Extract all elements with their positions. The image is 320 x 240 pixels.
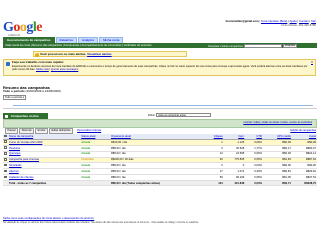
footer-note: Na validação de cliques no domínio das V… bbox=[3, 222, 199, 224]
row-checkbox[interactable] bbox=[4, 140, 7, 143]
row-checkbox[interactable] bbox=[4, 175, 7, 179]
total-row: Total - todas as 7 campanhas R$0,00 / dia… bbox=[3, 180, 317, 187]
total-cost: R$238,70 bbox=[291, 180, 317, 187]
date-range-select[interactable]: Todo o período ▾ bbox=[3, 95, 27, 101]
view-alerts-link[interactable]: Visualizar alertas bbox=[87, 52, 111, 56]
search-label: Pesquisar minhas campanhas: bbox=[208, 44, 244, 48]
row-checkbox[interactable] bbox=[4, 152, 7, 155]
info-box: X Faça seu trabalho com mais rapidez Exp… bbox=[3, 59, 316, 76]
search-input[interactable] bbox=[244, 44, 283, 48]
account-email: bonnvisitlan@gmail.com bbox=[225, 19, 259, 23]
search-button[interactable]: Pesquisar bbox=[282, 43, 298, 49]
total-ctr: 0,04% bbox=[245, 180, 263, 187]
warning-icon: ! bbox=[35, 53, 39, 57]
row-checkbox[interactable] bbox=[4, 169, 7, 173]
filter-select[interactable]: todas as campanhas ativas bbox=[156, 113, 212, 118]
performance-graph bbox=[3, 100, 317, 109]
total-campaign-name: Total - todas as 7 campanhas bbox=[8, 180, 81, 187]
table-toolbar: mostrar: todas | todas as ativas | todas… bbox=[3, 119, 317, 128]
total-budget: R$0,00 / dia (Todas campanhas ativas) bbox=[109, 180, 204, 187]
total-impressions: 410.848 bbox=[223, 180, 246, 187]
expand-icon bbox=[5, 114, 8, 118]
alert-banner: ! Você possui um ou mais alertas. Visual… bbox=[33, 51, 187, 57]
row-checkbox[interactable] bbox=[4, 146, 7, 149]
learn-more-link[interactable]: Saiba mais bbox=[36, 68, 49, 71]
row-checkbox[interactable] bbox=[4, 163, 7, 167]
chevron-down-icon: ▾ bbox=[23, 96, 25, 99]
info-title: Faça seu trabalho com mais rapidez bbox=[12, 60, 64, 64]
alert-text: Você possui um ou mais alertas. bbox=[40, 52, 87, 56]
account-settings-link[interactable]: Saiba como suas configurações de conta a… bbox=[3, 217, 94, 220]
total-avg-cpc: R$0,71 bbox=[262, 180, 292, 187]
sub-nav-links[interactable]: Visão Geral da conta | Resumo das campan… bbox=[5, 44, 152, 47]
customize-columns-link[interactable]: Personalizar colunas bbox=[77, 129, 101, 132]
date-period: Todo o período (16/02/2009 a 24/06/2009) bbox=[3, 89, 61, 93]
campaign-search: Pesquisar minhas campanhas: Pesquisar bbox=[208, 43, 298, 49]
select-all-checkbox[interactable] bbox=[4, 134, 7, 137]
row-checkbox[interactable] bbox=[4, 158, 7, 161]
ignore-message-link[interactable]: Ignorar esta mensagem bbox=[51, 68, 78, 71]
customer-id: Id do Cliente: 491-420-8780 bbox=[281, 23, 316, 27]
info-icon bbox=[6, 62, 10, 66]
edit-campaigns-link[interactable]: Edição de campanhas bbox=[290, 129, 316, 132]
close-icon[interactable]: X bbox=[311, 60, 313, 65]
total-status bbox=[80, 180, 110, 187]
show-filter-links[interactable]: mostrar: todas | todas as ativas | todas… bbox=[243, 121, 312, 124]
campaign-table: Nome da campanha Status atual Orçamento … bbox=[3, 134, 317, 187]
total-clicks: 124 bbox=[203, 180, 224, 187]
